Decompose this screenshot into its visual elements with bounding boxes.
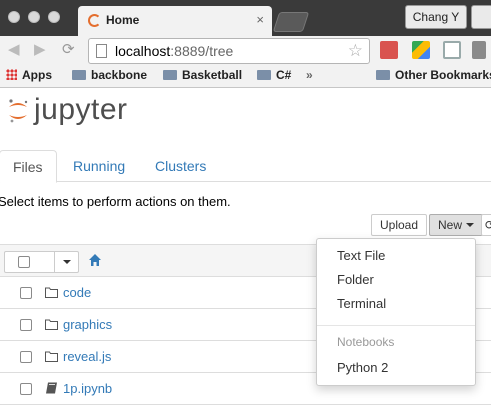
cast-icon[interactable] (443, 41, 461, 59)
refresh-button[interactable]: ⟳ (481, 214, 491, 236)
folder-icon (376, 70, 390, 80)
dashboard-tabs: Files Running Clusters (0, 150, 491, 183)
folder-icon (45, 287, 58, 298)
browser-tab-home[interactable]: Home × (78, 6, 272, 36)
tab-files[interactable]: Files (0, 150, 57, 183)
bookmark-backbone[interactable]: backbone (72, 68, 147, 82)
window-menu-button[interactable] (471, 5, 491, 29)
window-close-icon[interactable] (8, 11, 20, 23)
caret-down-icon (466, 223, 475, 227)
tab-running[interactable]: Running (60, 150, 138, 182)
bookmark-star-icon[interactable]: ☆ (348, 41, 363, 61)
google-drive-icon[interactable] (412, 41, 430, 59)
notebook-icon (46, 382, 57, 394)
select-menu-caret-icon[interactable] (63, 260, 71, 264)
item-name-link[interactable]: 1p.ipynb (63, 381, 112, 396)
forward-icon[interactable]: ▶ (34, 42, 46, 58)
jupyter-logo-text[interactable]: jupyter (34, 93, 128, 127)
extension-gray-icon[interactable] (472, 41, 486, 59)
select-all-control[interactable] (4, 251, 79, 273)
menu-item-python2[interactable]: Python 2 (317, 357, 475, 379)
menu-item-folder[interactable]: Folder (317, 269, 475, 291)
select-all-checkbox[interactable] (18, 256, 30, 268)
folder-icon (45, 319, 58, 330)
upload-button[interactable]: Upload (371, 214, 428, 236)
menu-divider (317, 325, 475, 326)
jupyter-favicon-icon (88, 14, 101, 27)
item-checkbox[interactable] (20, 319, 32, 331)
back-icon[interactable]: ◀ (8, 42, 20, 58)
apps-grid-icon (6, 69, 17, 80)
menu-section-header: Notebooks (337, 335, 395, 349)
item-name-link[interactable]: reveal.js (63, 349, 111, 364)
profile-button[interactable]: Chang Y (405, 5, 467, 29)
help-text: Select items to perform actions on them. (0, 194, 231, 209)
bookmarks-overflow-chevron[interactable]: » (306, 68, 313, 82)
window-minimize-icon[interactable] (28, 11, 40, 23)
extension-red-icon[interactable] (380, 41, 398, 59)
reload-icon[interactable]: ⟳ (62, 42, 75, 58)
new-dropdown-menu: Text File Folder Terminal Notebooks Pyth… (316, 238, 476, 386)
address-bar[interactable]: localhost:8889/tree ☆ (88, 38, 370, 64)
new-tab-button[interactable] (272, 12, 310, 32)
bookmark-apps[interactable]: Apps (6, 68, 52, 82)
browser-toolbar: ◀ ▶ ⟳ localhost:8889/tree ☆ (0, 36, 491, 64)
bookmark-basketball[interactable]: Basketball (163, 68, 242, 82)
browser-titlebar: Home × Chang Y (0, 0, 491, 36)
item-checkbox[interactable] (20, 383, 32, 395)
bookmark-csharp[interactable]: C# (257, 68, 291, 82)
folder-icon (45, 351, 58, 362)
home-icon[interactable] (88, 253, 102, 267)
other-bookmarks[interactable]: Other Bookmarks (376, 68, 491, 82)
item-name-link[interactable]: code (63, 285, 91, 300)
menu-item-terminal[interactable]: Terminal (317, 293, 475, 315)
tab-close-icon[interactable]: × (256, 12, 264, 27)
folder-icon (257, 70, 271, 80)
folder-icon (163, 70, 177, 80)
jupyter-header: jupyter (0, 88, 491, 136)
new-dropdown-button[interactable]: New (429, 214, 484, 236)
item-checkbox[interactable] (20, 351, 32, 363)
item-name-link[interactable]: graphics (63, 317, 112, 332)
menu-item-text-file[interactable]: Text File (317, 245, 475, 267)
bookmarks-bar: Apps backbone Basketball C# » Other Book… (0, 64, 491, 88)
page-icon (96, 44, 107, 58)
screen: Home × Chang Y ◀ ▶ ⟳ localhost:8889/tree… (0, 0, 491, 411)
jupyter-logo-icon[interactable] (7, 98, 29, 124)
window-zoom-icon[interactable] (48, 11, 60, 23)
url-text[interactable]: localhost:8889/tree (115, 43, 233, 59)
folder-icon (72, 70, 86, 80)
item-checkbox[interactable] (20, 287, 32, 299)
browser-tab-title: Home (106, 13, 140, 27)
refresh-icon: ⟳ (485, 218, 491, 232)
tab-clusters[interactable]: Clusters (142, 150, 219, 182)
